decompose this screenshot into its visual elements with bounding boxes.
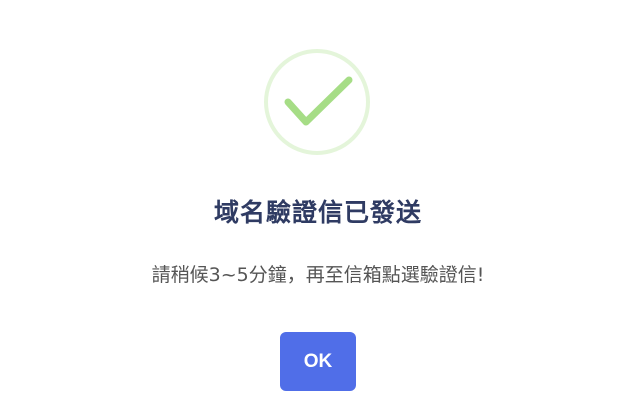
success-dialog: 域名驗證信已發送 請稍候3~5分鐘，再至信箱點選驗證信! OK — [0, 0, 636, 418]
check-circle-icon — [264, 49, 370, 155]
check-mark — [284, 76, 353, 126]
dialog-message: 請稍候3~5分鐘，再至信箱點選驗證信! — [151, 264, 485, 286]
check-circle-ring — [264, 49, 370, 155]
ok-button[interactable]: OK — [280, 332, 356, 391]
dialog-title: 域名驗證信已發送 — [213, 198, 422, 227]
